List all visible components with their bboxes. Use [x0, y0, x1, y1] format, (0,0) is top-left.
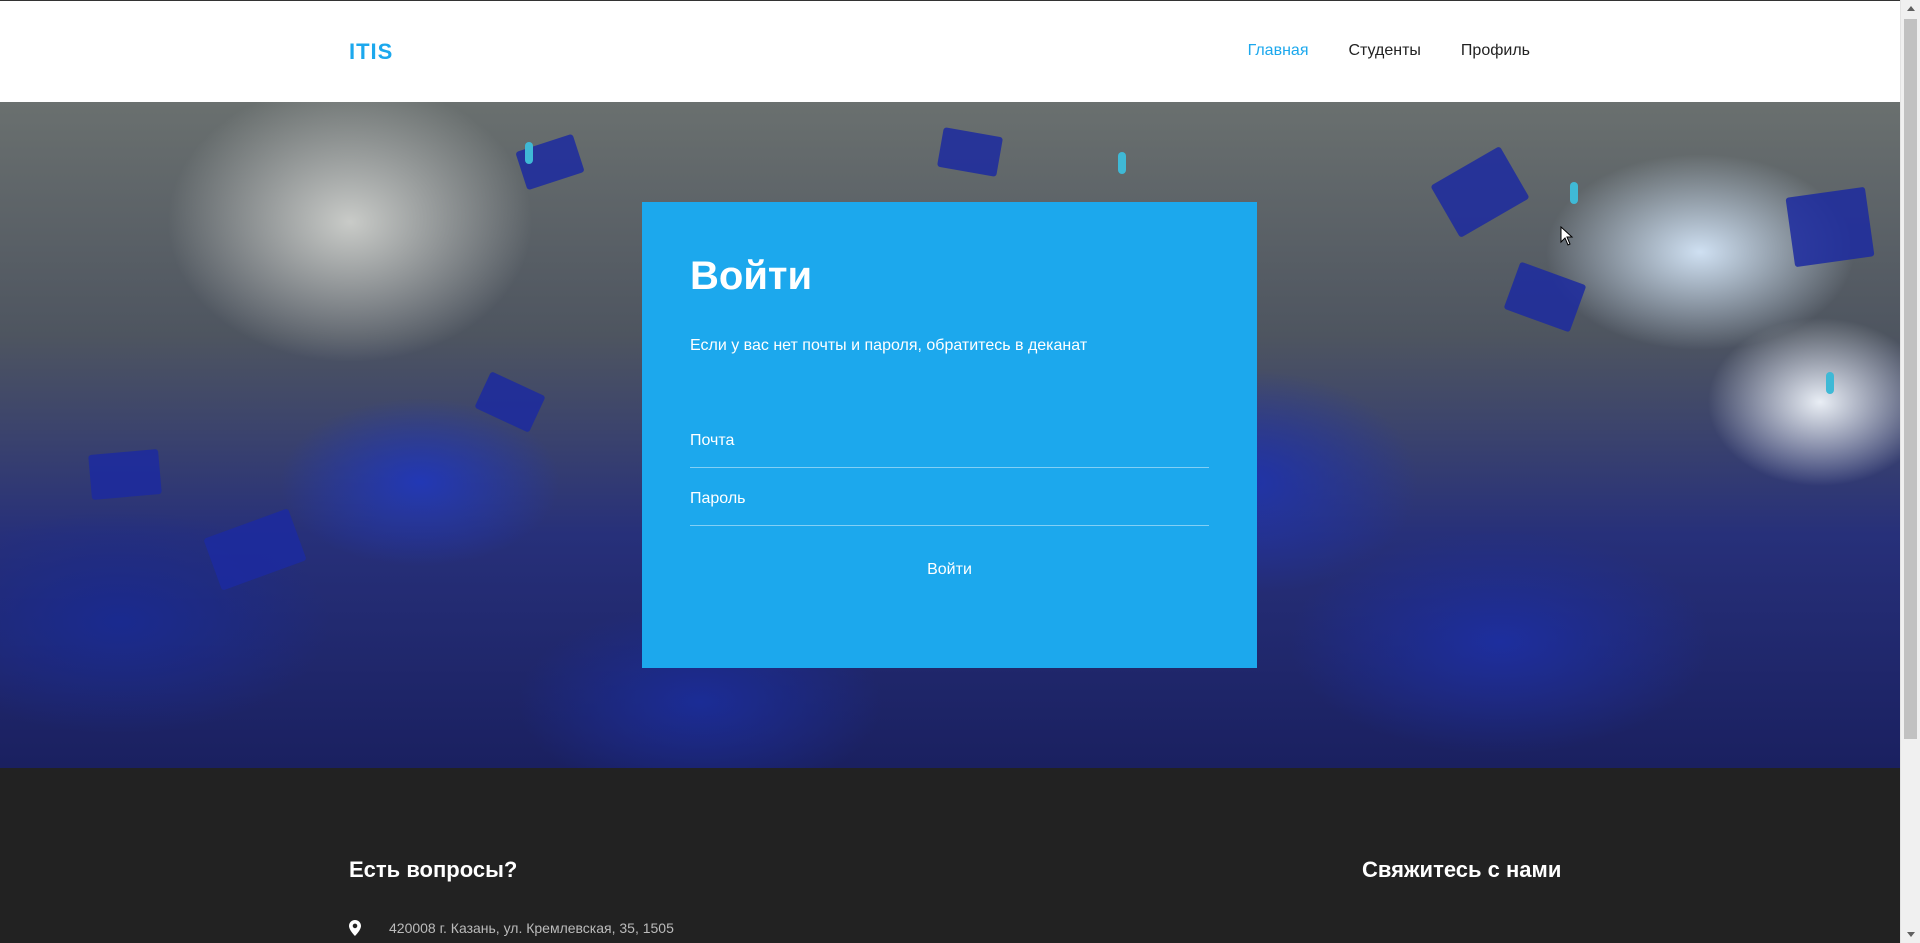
graduation-cap-shape [474, 371, 546, 433]
scrollbar-thumb[interactable] [1904, 19, 1917, 739]
graduation-cap-shape [88, 449, 162, 500]
tassel-shape [525, 142, 533, 164]
login-title: Войти [690, 254, 813, 298]
tassel-shape [1118, 152, 1126, 174]
footer-questions-heading: Есть вопросы? [349, 857, 518, 882]
footer: Есть вопросы? Свяжитесь с нами 420008 г.… [0, 768, 1900, 943]
graduation-cap-shape [1503, 261, 1587, 333]
site-logo[interactable]: ITIS [349, 39, 393, 65]
nav-item-home[interactable]: Главная [1248, 42, 1309, 60]
footer-contact-heading: Свяжитесь с нами [1362, 857, 1562, 882]
password-field[interactable]: Пароль [690, 478, 1209, 526]
login-subtitle: Если у вас нет почты и пароля, обратитес… [690, 337, 1088, 354]
email-placeholder: Почта [690, 432, 735, 449]
password-placeholder: Пароль [690, 490, 746, 507]
login-card: Войти Если у вас нет почты и пароля, обр… [642, 202, 1257, 668]
footer-address-text: 420008 г. Казань, ул. Кремлевская, 35, 1… [389, 920, 674, 936]
graduation-cap-shape [936, 127, 1004, 177]
vertical-scrollbar[interactable] [1900, 0, 1920, 943]
tassel-shape [1570, 182, 1578, 204]
nav-item-students[interactable]: Студенты [1348, 42, 1420, 60]
nav-item-profile[interactable]: Профиль [1461, 42, 1530, 60]
navbar: ITIS Главная Студенты Профиль [0, 1, 1900, 102]
graduation-cap-shape [203, 508, 307, 591]
graduation-cap-shape [1785, 186, 1875, 268]
map-pin-icon [349, 920, 361, 936]
mouse-cursor-icon [1560, 226, 1574, 246]
footer-address: 420008 г. Казань, ул. Кремлевская, 35, 1… [349, 920, 674, 936]
scroll-up-arrow-icon[interactable] [1901, 0, 1920, 17]
scroll-down-arrow-icon[interactable] [1901, 926, 1920, 943]
email-field[interactable]: Почта [690, 420, 1209, 468]
main-nav: Главная Студенты Профиль [1208, 42, 1530, 60]
graduation-cap-shape [1430, 146, 1530, 238]
tassel-shape [1826, 372, 1834, 394]
login-submit-button[interactable]: Войти [690, 552, 1209, 588]
